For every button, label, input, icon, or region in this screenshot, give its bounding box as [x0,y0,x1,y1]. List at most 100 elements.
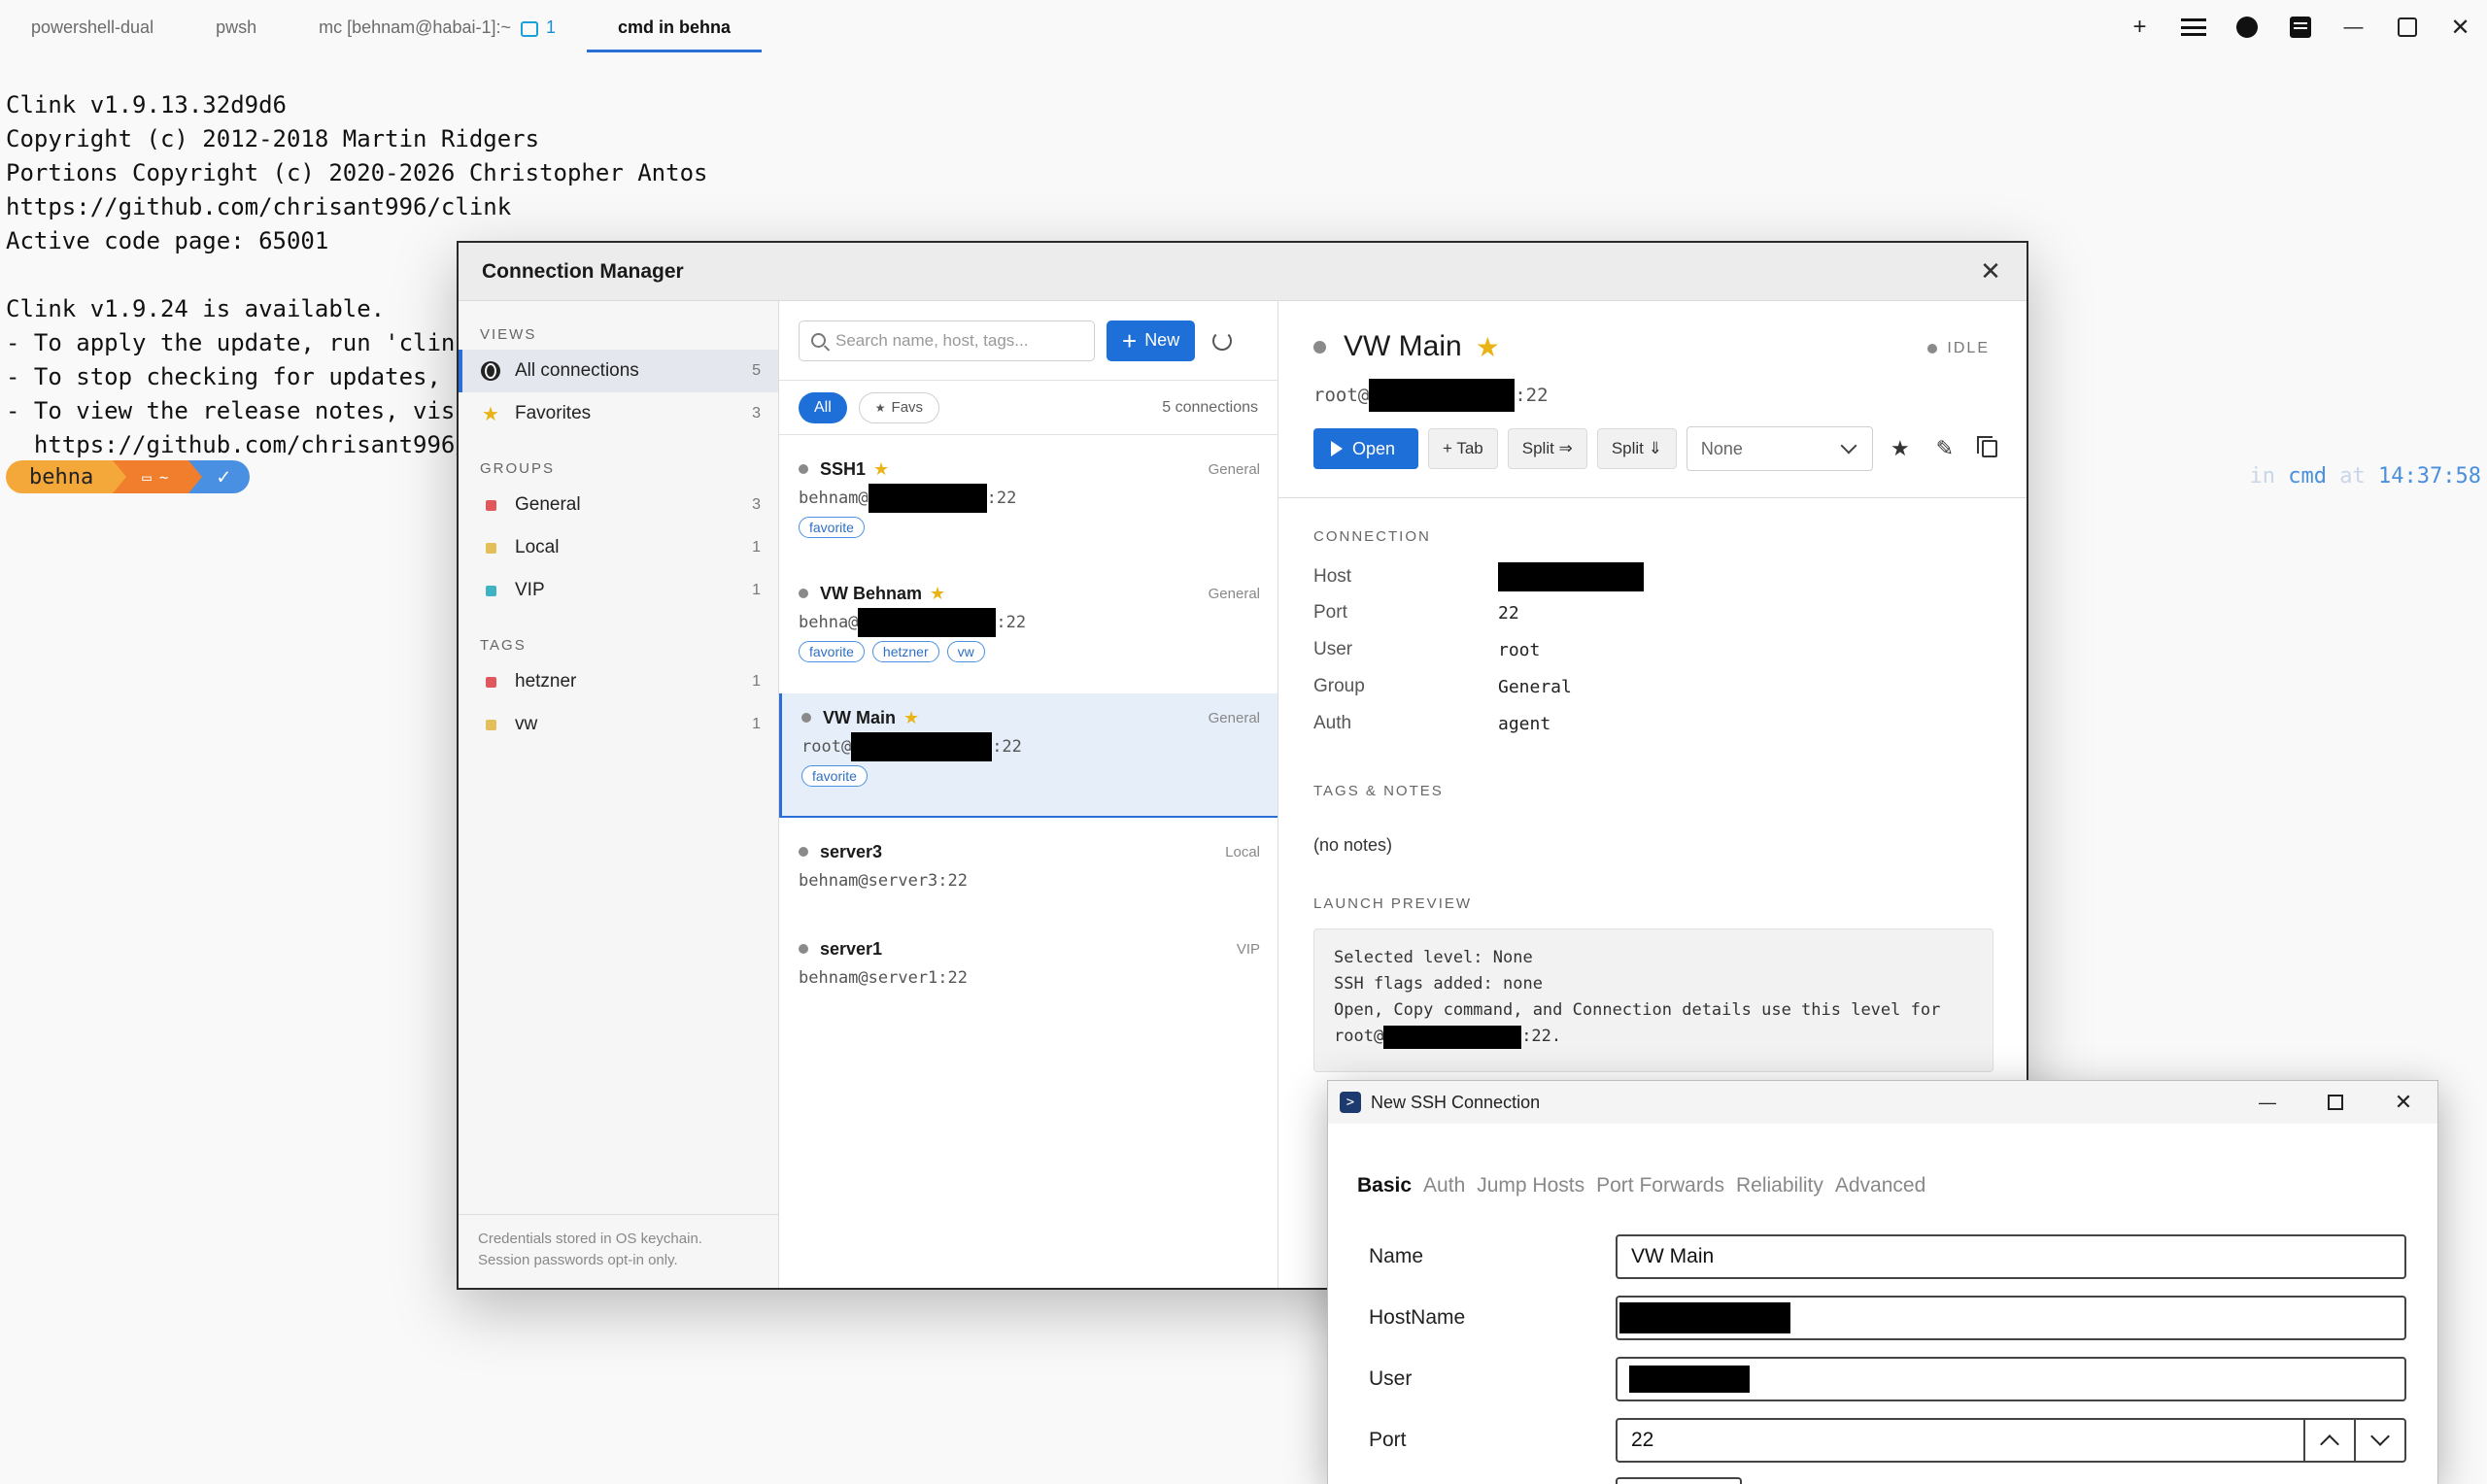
level-select[interactable]: None [1686,426,1873,471]
user-field[interactable] [1616,1357,2406,1401]
sidebar-item-general[interactable]: General 3 [459,484,778,526]
right-prompt: in cmd at 14:37:58 [2249,464,2481,489]
tags-heading: TAGS [480,637,527,654]
status-dot [799,589,808,598]
shell-prompt: behna ▭ ~ ✓ [6,460,250,493]
tab-pwsh[interactable]: pwsh [185,0,288,54]
tag-chip[interactable]: favorite [799,641,865,662]
tab-jump-hosts[interactable]: Jump Hosts [1477,1174,1584,1197]
new-tab-button[interactable]: + Tab [1428,428,1498,469]
edit-button[interactable]: ✎ [1927,428,1962,469]
search-icon [811,333,826,348]
close-icon[interactable]: ✕ [1976,256,2005,286]
star-icon: ★ [930,583,946,603]
record-button[interactable] [2220,0,2273,54]
detail-row-auth: Auth agent [1313,713,1551,734]
connection-manager-titlebar[interactable]: Connection Manager ✕ [459,243,2027,301]
sidebar-item-vw[interactable]: vw 1 [459,703,778,746]
status-dot [1313,340,1326,354]
detail-row-user: User root [1313,639,1541,660]
tag-chip[interactable]: favorite [799,517,865,538]
tab-powershell-dual[interactable]: powershell-dual [0,0,185,54]
detail-title: VW Main [1344,330,1462,362]
maximize-button[interactable] [2301,1081,2369,1124]
globe-icon [481,361,500,381]
redacted-host [1383,1025,1522,1049]
minimize-button[interactable]: — [2327,0,2380,54]
tab-auth[interactable]: Auth [1423,1174,1465,1197]
terminal-icon: > [1340,1092,1361,1113]
notes-text: (no notes) [1313,835,1393,855]
sidebar: VIEWS All connections 5 ★ Favorites 3 GR… [459,301,779,1288]
open-button[interactable]: Open [1313,428,1418,469]
window-title: Connection Manager [482,259,684,283]
list-item[interactable]: VW Behnam ★ General behna@:22 favorite h… [779,569,1278,684]
favorite-button[interactable]: ★ [1883,428,1918,469]
close-button[interactable]: ✕ [2369,1081,2437,1124]
color-swatch [485,719,496,730]
play-icon [1331,441,1343,456]
tab-port-forwards[interactable]: Port Forwards [1596,1174,1724,1197]
hostname-field[interactable] [1616,1296,2406,1340]
color-swatch [485,585,496,596]
copy-button[interactable] [1972,428,2007,469]
sidebar-item-vip[interactable]: VIP 1 [459,569,778,612]
tab-basic[interactable]: Basic [1357,1174,1412,1197]
list-item[interactable]: SSH1 ★ General behnam@:22 favorite [779,445,1278,559]
sidebar-item-all-connections[interactable]: All connections 5 [459,350,778,392]
sidebar-item-favorites[interactable]: ★ Favorites 3 [459,392,778,435]
status-badge: IDLE [1927,340,1990,357]
tag-chip[interactable]: vw [946,641,985,662]
tab-advanced[interactable]: Advanced [1835,1174,1925,1197]
form-row-hostname: HostName [1369,1296,2406,1340]
list-item[interactable]: server1 VIP behnam@server1:22 [779,925,1278,1012]
minimize-button[interactable]: — [2233,1081,2301,1124]
maximize-button[interactable] [2380,0,2434,54]
next-field-edge[interactable] [1616,1477,1742,1484]
tags-notes-heading: TAGS & NOTES [1313,783,1444,799]
connection-list: Search name, host, tags... + New All ★ Fa… [779,301,1278,1288]
name-field[interactable]: VW Main [1616,1234,2406,1279]
tab-cmd[interactable]: cmd in behna [587,0,763,54]
filter-favs-chip[interactable]: ★ Favs [858,391,940,423]
refresh-icon[interactable] [1212,330,1233,351]
new-connection-button[interactable]: + New [1107,320,1196,361]
chevron-down-icon [1840,437,1857,455]
search-input[interactable]: Search name, host, tags... [799,320,1095,361]
increment-button[interactable] [2303,1420,2354,1461]
filter-all-chip[interactable]: All [799,391,847,423]
form-row-port: Port 22 [1369,1418,2406,1463]
list-item[interactable]: server3 Local behnam@server3:22 [779,827,1278,915]
layout-button[interactable] [2273,0,2327,54]
list-item-selected[interactable]: VW Main ★ General root@:22 favorite [779,693,1278,818]
redacted-host [1498,562,1644,591]
port-stepper[interactable]: 22 [1616,1418,2406,1463]
status-dot [1927,344,1938,354]
split-vertical-button[interactable]: Split ⇓ [1596,428,1677,469]
star-icon: ★ [1475,331,1500,362]
menu-button[interactable] [2166,0,2220,54]
color-swatch [485,499,496,511]
tag-chip[interactable]: favorite [801,765,868,787]
redacted-host [1369,379,1516,412]
tag-chip[interactable]: hetzner [871,641,939,662]
dialog-title: New SSH Connection [1371,1092,1541,1112]
color-swatch [485,542,496,554]
tab-mc[interactable]: mc [behnam@habai-1]:~ 1 [288,0,587,54]
form-row-user: User [1369,1357,2406,1401]
dialog-titlebar[interactable]: > New SSH Connection — ✕ [1328,1081,2437,1124]
sidebar-item-hetzner[interactable]: hetzner 1 [459,660,778,703]
minimize-icon: — [2259,1092,2276,1112]
tab-reliability[interactable]: Reliability [1736,1174,1823,1197]
sidebar-footer: Credentials stored in OS keychain. Sessi… [459,1214,778,1288]
redacted-user [1629,1366,1750,1393]
split-horizontal-button[interactable]: Split ⇒ [1507,428,1587,469]
sidebar-item-local[interactable]: Local 1 [459,526,778,569]
hamburger-icon [2180,18,2206,36]
close-button[interactable]: ✕ [2434,0,2487,54]
decrement-button[interactable] [2354,1420,2404,1461]
new-tab-button[interactable]: + [2113,0,2166,54]
restore-icon [2397,17,2417,37]
detail-row-group: Group General [1313,676,1572,697]
star-icon: ★ [903,707,920,727]
